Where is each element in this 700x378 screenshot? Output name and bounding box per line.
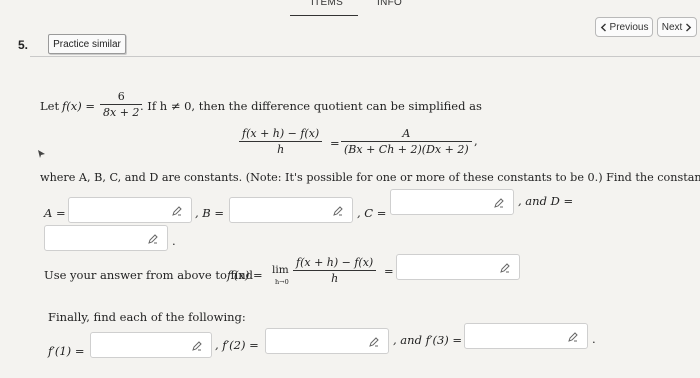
label-d: , and D =	[518, 194, 574, 208]
fprime-1-input[interactable]	[90, 332, 212, 358]
answer-d-input[interactable]	[44, 225, 168, 251]
tab-items[interactable]: ITEMS	[311, 0, 343, 8]
pencil-icon	[494, 198, 504, 208]
dq-num: f(x + h) − f(x)	[242, 127, 320, 140]
pencil-icon	[333, 206, 343, 216]
pencil-icon	[192, 341, 202, 351]
label-fp3: , and f′(3) =	[393, 333, 463, 347]
fprime-x: f′(x) =	[227, 268, 263, 282]
condition-text: . If h ≠ 0, then the difference quotient…	[140, 99, 482, 113]
lim-sub: h→0	[275, 278, 289, 286]
dq-den: h	[277, 143, 285, 156]
fprime-3-input[interactable]	[464, 323, 588, 349]
finally-text: Finally, find each of the following:	[48, 310, 246, 324]
rhs-den: (Bx + Ch + 2)(Dx + 2)	[344, 143, 469, 156]
rhs-comma: ,	[474, 134, 478, 148]
previous-button[interactable]: Previous	[595, 17, 653, 37]
question-number: 5.	[18, 38, 29, 52]
lim-text: lim	[272, 264, 289, 276]
lim-fraction: f(x + h) − f(x) h	[293, 256, 377, 285]
dq-equals: =	[330, 136, 340, 150]
lim-den: h	[331, 272, 339, 285]
practice-similar-button[interactable]: Practice similar	[48, 34, 126, 54]
f-of-x: f(x) =	[62, 99, 96, 113]
pencil-icon	[500, 263, 510, 273]
pencil-icon	[172, 206, 182, 216]
cursor-icon	[38, 150, 45, 158]
next-label: Next	[661, 21, 683, 33]
divider	[30, 56, 700, 57]
answer-a-input[interactable]	[68, 197, 192, 223]
answer-d-period: .	[172, 234, 176, 248]
dq-fraction: f(x + h) − f(x) h	[239, 127, 323, 156]
f-fraction: 6 8x + 2	[100, 90, 143, 119]
chevron-left-icon	[600, 22, 606, 32]
label-b: , B =	[195, 206, 225, 220]
let-text: Let	[40, 99, 60, 113]
lim-num: f(x + h) − f(x)	[296, 256, 374, 269]
label-c: , C =	[357, 206, 387, 220]
fprime-x-input[interactable]	[396, 254, 520, 280]
label-fp2: , f′(2) =	[215, 338, 259, 352]
previous-label: Previous	[609, 21, 649, 33]
where-text: where A, B, C, and D are constants. (Not…	[40, 171, 700, 184]
f-frac-den: 8x + 2	[103, 106, 140, 119]
tab-items-underline	[290, 15, 358, 16]
f-frac-num: 6	[117, 90, 125, 103]
end-period: .	[592, 332, 596, 346]
answer-b-input[interactable]	[229, 197, 353, 223]
pencil-icon	[568, 332, 578, 342]
rhs-fraction: A (Bx + Ch + 2)(Dx + 2)	[341, 127, 472, 156]
rhs-num: A	[402, 127, 411, 140]
use-answer-text: Use your answer from above to find	[44, 268, 253, 282]
label-fp1: f′(1) =	[48, 344, 85, 358]
tab-info[interactable]: INFO	[377, 0, 402, 8]
pencil-icon	[148, 234, 158, 244]
next-button[interactable]: Next	[657, 17, 697, 37]
fprime-2-input[interactable]	[265, 328, 389, 354]
label-a: A =	[44, 206, 66, 220]
pencil-icon	[369, 337, 379, 347]
chevron-right-icon	[686, 22, 692, 32]
answer-c-input[interactable]	[390, 189, 514, 215]
lim-equals: =	[384, 264, 394, 278]
